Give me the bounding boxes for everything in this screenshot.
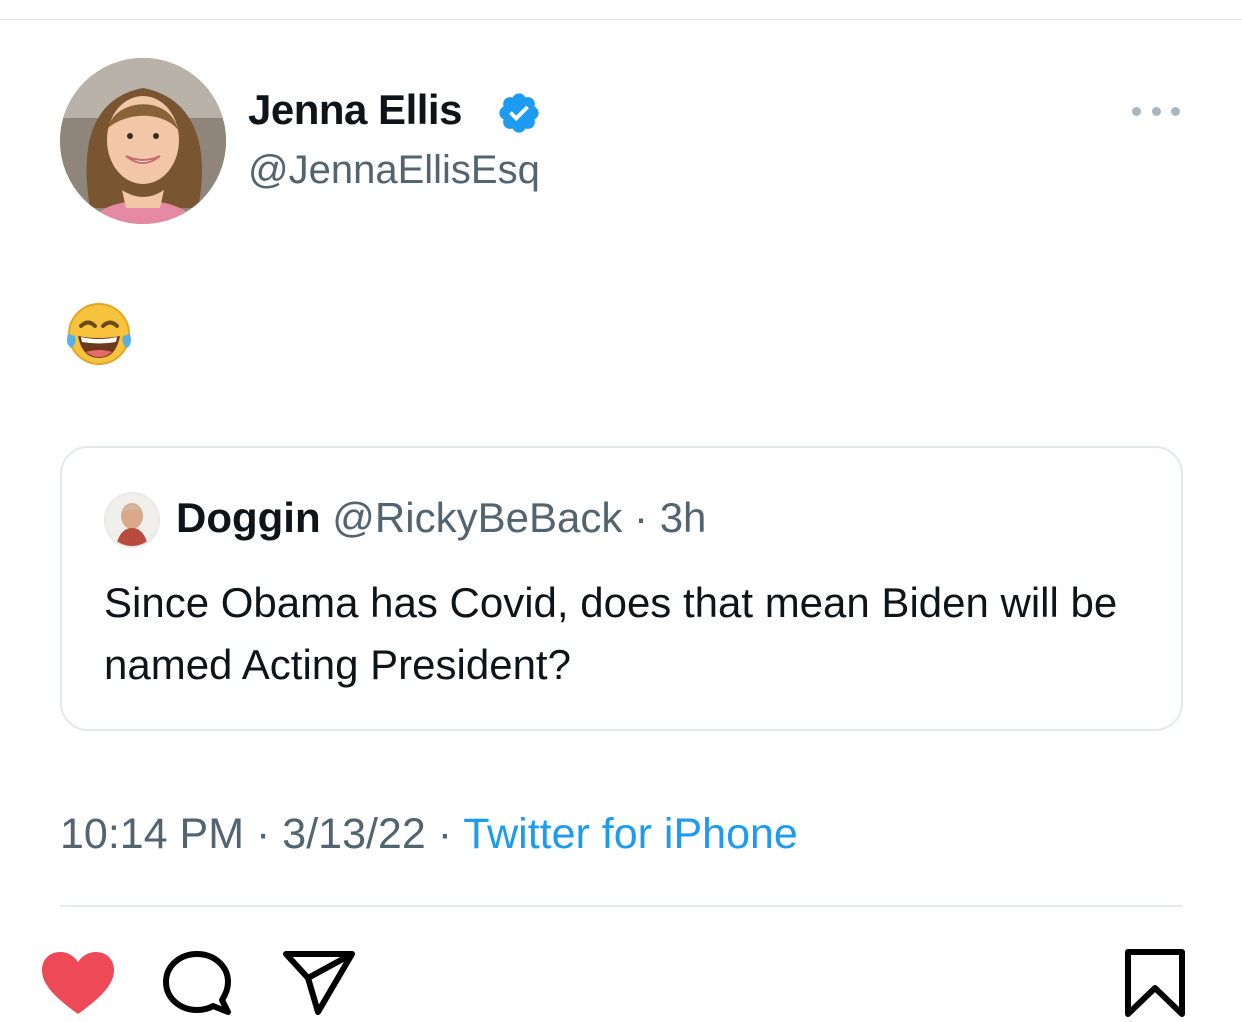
dot-separator: · <box>634 494 649 541</box>
more-options-icon[interactable] <box>1132 100 1180 122</box>
tweet-source-link[interactable]: Twitter for iPhone <box>463 810 798 858</box>
tweet-time[interactable]: 10:14 PM <box>60 810 244 858</box>
tweet-date[interactable]: 3/13/22 <box>282 810 425 858</box>
comment-icon[interactable] <box>160 948 236 1018</box>
verified-badge-icon <box>496 90 542 136</box>
face-with-tears-of-joy-icon <box>64 300 134 370</box>
bookmark-icon[interactable] <box>1122 948 1188 1018</box>
top-divider <box>0 19 1242 20</box>
heart-icon[interactable] <box>40 950 116 1016</box>
quoted-tweet-card[interactable]: Doggin @RickyBeBack · 3h Since Obama has… <box>60 446 1183 731</box>
tweet-screenshot: Jenna Ellis @JennaEllisEsq Doggin @Ricky… <box>0 0 1242 1022</box>
action-divider <box>60 905 1183 907</box>
author-handle[interactable]: @JennaEllisEsq <box>248 148 540 193</box>
quoted-author-avatar[interactable] <box>104 492 160 548</box>
meta-separator: · <box>256 810 271 858</box>
quoted-tweet-header: Doggin @RickyBeBack · 3h <box>176 494 706 542</box>
meta-separator: · <box>437 810 453 858</box>
quoted-author-handle[interactable]: @RickyBeBack <box>332 494 622 541</box>
quoted-author-name[interactable]: Doggin <box>176 494 321 541</box>
quoted-time-ago: 3h <box>659 494 707 541</box>
quoted-tweet-text: Since Obama has Covid, does that mean Bi… <box>104 579 1118 688</box>
author-avatar[interactable] <box>60 58 226 224</box>
tweet-meta: 10:14 PM · 3/13/22 · Twitter for iPhone <box>60 810 798 859</box>
author-display-name[interactable]: Jenna Ellis <box>248 86 462 134</box>
share-icon[interactable] <box>282 950 356 1016</box>
